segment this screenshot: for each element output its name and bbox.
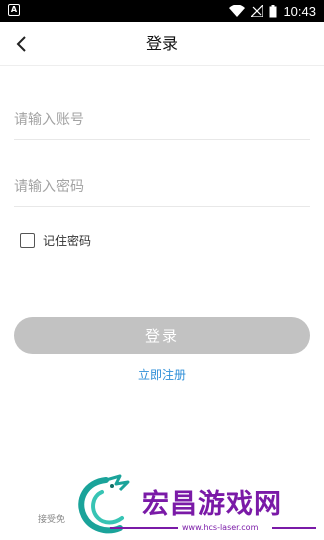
terms-text: 接受免 [38,515,66,525]
remember-checkbox[interactable] [20,232,35,248]
login-button[interactable]: 登录 [14,317,310,354]
signal-icon [251,5,264,17]
battery-icon [269,4,277,17]
back-button[interactable] [8,30,36,58]
status-icons: 10:43 [229,0,316,22]
nav-bar: 登录 [0,22,324,66]
watermark-url: www.hcs-laser.com [182,523,259,532]
account-input[interactable] [14,100,310,139]
watermark-line-left [110,527,178,529]
watermark-title: 宏昌游戏网 [142,489,282,520]
register-link[interactable]: 立即注册 [0,366,324,383]
watermark-line-right [272,527,316,529]
page-title: 登录 [145,34,178,53]
remember-password[interactable]: 记住密码 [20,230,91,250]
remember-label: 记住密码 [43,233,92,248]
app-notification-icon: A [8,4,20,16]
status-bar: A 10:43 [0,0,324,22]
wifi-icon [229,5,246,17]
watermark: 宏昌游戏网 www.hcs-laser.com [72,474,324,540]
password-input[interactable] [14,167,310,206]
password-field [14,167,310,207]
account-field [14,100,310,140]
status-time: 10:43 [283,3,316,19]
chevron-left-icon [16,36,26,52]
